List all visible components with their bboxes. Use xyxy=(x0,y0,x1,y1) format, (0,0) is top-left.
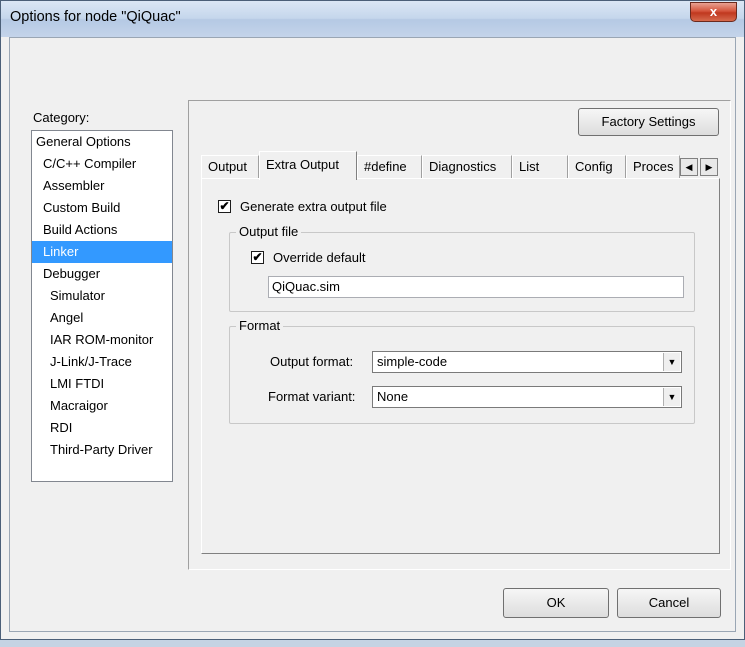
category-item-c-cpp-compiler[interactable]: C/C++ Compiler xyxy=(32,153,172,175)
tab-config[interactable]: Config xyxy=(568,155,626,179)
override-default-label[interactable]: Override default xyxy=(273,250,366,265)
override-default-checkbox[interactable]: ✔ xyxy=(251,251,264,264)
tab-define[interactable]: #define xyxy=(357,155,422,179)
category-list[interactable]: General Options C/C++ Compiler Assembler… xyxy=(31,130,173,482)
tab-output[interactable]: Output xyxy=(201,155,259,179)
output-format-value: simple-code xyxy=(377,354,448,369)
title-bar[interactable]: Options for node "QiQuac" x xyxy=(1,1,744,37)
category-item-debugger[interactable]: Debugger xyxy=(32,263,172,285)
category-item-assembler[interactable]: Assembler xyxy=(32,175,172,197)
close-button[interactable]: x xyxy=(690,2,737,22)
checkmark-icon: ✔ xyxy=(252,250,263,264)
category-item-lmi-ftdi[interactable]: LMI FTDI xyxy=(32,373,172,395)
tab-extra-output[interactable]: Extra Output xyxy=(259,151,357,180)
output-file-group xyxy=(229,232,695,312)
category-item-custom-build[interactable]: Custom Build xyxy=(32,197,172,219)
tab-processor[interactable]: Proces xyxy=(626,155,680,179)
output-file-group-legend: Output file xyxy=(236,224,302,239)
arrow-right-icon: ▶ xyxy=(705,162,713,172)
format-group xyxy=(229,326,695,424)
category-label: Category: xyxy=(33,110,90,125)
close-icon: x xyxy=(709,4,718,19)
arrow-left-icon: ◀ xyxy=(685,162,693,172)
format-group-legend: Format xyxy=(236,318,284,333)
category-item-third-party-driver[interactable]: Third-Party Driver xyxy=(32,439,172,461)
checkmark-icon: ✔ xyxy=(219,199,230,213)
generate-extra-output-label[interactable]: Generate extra output file xyxy=(240,199,387,214)
ok-button[interactable]: OK xyxy=(503,588,609,618)
chevron-down-icon[interactable]: ▼ xyxy=(663,353,680,371)
category-item-simulator[interactable]: Simulator xyxy=(32,285,172,307)
generate-extra-output-checkbox[interactable]: ✔ xyxy=(218,200,231,213)
tab-list[interactable]: List xyxy=(512,155,568,179)
format-variant-value: None xyxy=(377,389,409,404)
window-title: Options for node "QiQuac" xyxy=(10,9,181,25)
factory-settings-button[interactable]: Factory Settings xyxy=(578,108,719,136)
category-item-macraigor[interactable]: Macraigor xyxy=(32,395,172,417)
category-item-linker[interactable]: Linker xyxy=(32,241,172,263)
cancel-button[interactable]: Cancel xyxy=(617,588,721,618)
tab-scroll-right-button[interactable]: ▶ xyxy=(700,158,718,176)
category-item-general-options[interactable]: General Options xyxy=(32,131,172,153)
output-file-input[interactable]: QiQuac.sim xyxy=(268,276,684,298)
format-variant-label: Format variant: xyxy=(268,389,356,404)
chevron-down-icon[interactable]: ▼ xyxy=(663,388,680,406)
desktop-strip xyxy=(0,640,745,647)
output-format-select[interactable]: simple-code ▼ xyxy=(372,351,682,373)
category-item-build-actions[interactable]: Build Actions xyxy=(32,219,172,241)
category-item-jlink-jtrace[interactable]: J-Link/J-Trace xyxy=(32,351,172,373)
tab-scroll-left-button[interactable]: ◀ xyxy=(680,158,698,176)
category-item-rdi[interactable]: RDI xyxy=(32,417,172,439)
category-item-iar-rom-monitor[interactable]: IAR ROM-monitor xyxy=(32,329,172,351)
format-variant-select[interactable]: None ▼ xyxy=(372,386,682,408)
tab-diagnostics[interactable]: Diagnostics xyxy=(422,155,512,179)
output-format-label: Output format: xyxy=(270,354,354,369)
category-item-angel[interactable]: Angel xyxy=(32,307,172,329)
